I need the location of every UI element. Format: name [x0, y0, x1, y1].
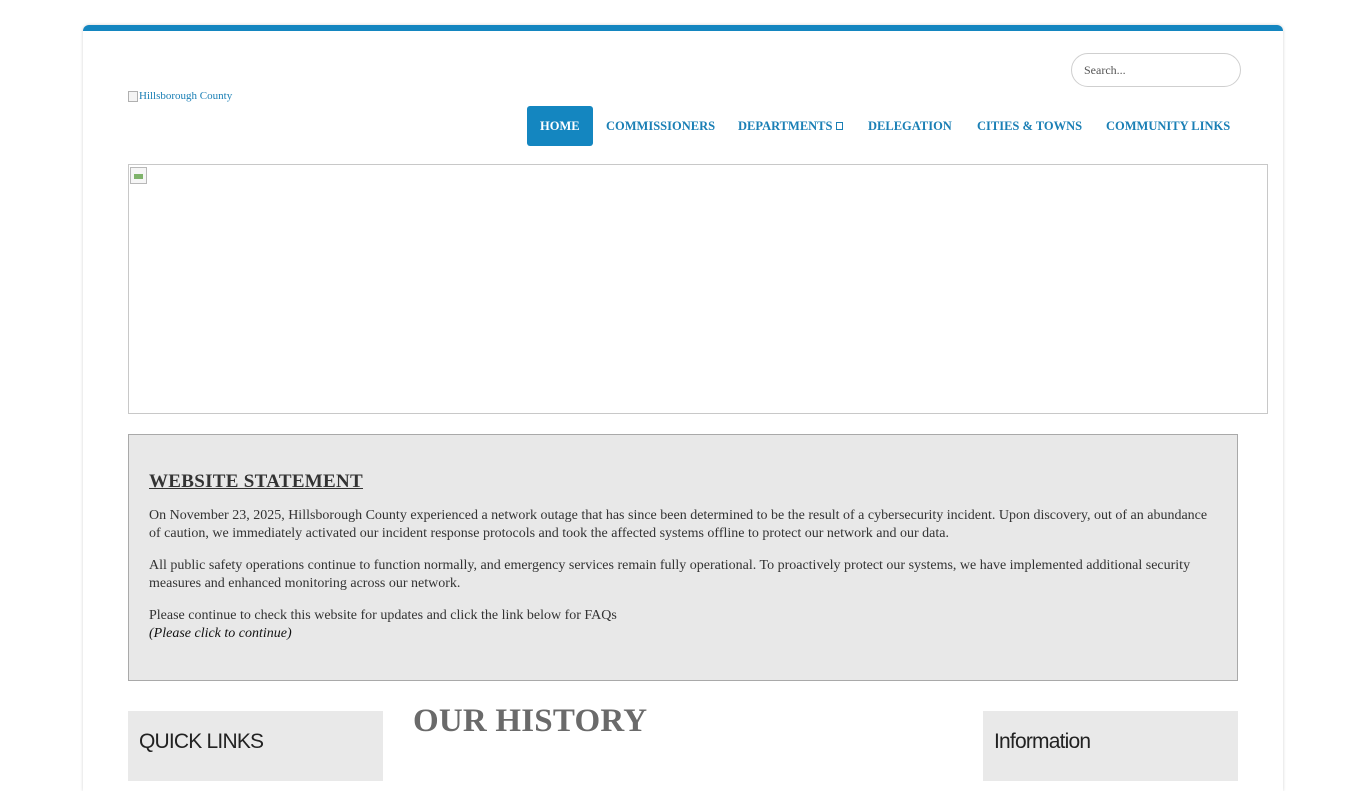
broken-image-icon [130, 167, 147, 184]
search-input[interactable] [1071, 53, 1241, 87]
quick-links-panel: QUICK LINKS [128, 711, 383, 781]
hero-banner [128, 164, 1268, 414]
nav-departments-label: DEPARTMENTS [738, 119, 833, 133]
site-logo[interactable]: Hillsborough County [128, 90, 232, 102]
statement-paragraph: Please continue to check this website fo… [149, 607, 1217, 643]
statement-paragraph: All public safety operations continue to… [149, 558, 1191, 591]
continue-link[interactable]: (Please click to continue) [149, 626, 292, 641]
information-panel: Information [983, 711, 1238, 781]
nav-home[interactable]: HOME [527, 106, 593, 146]
statement-paragraph-text: Please continue to check this website fo… [149, 608, 617, 623]
broken-image-icon [128, 90, 138, 102]
quick-links-heading: QUICK LINKS [139, 730, 264, 753]
nav-cities-towns[interactable]: CITIES & TOWNS [977, 106, 1082, 146]
chevron-down-icon [836, 122, 844, 130]
information-heading: Information [994, 730, 1091, 753]
history-heading: OUR HISTORY [413, 703, 648, 739]
website-statement: WEBSITE STATEMENT On November 23, 2025, … [128, 434, 1238, 681]
nav-community-links[interactable]: COMMUNITY LINKS [1106, 106, 1230, 146]
logo-alt-text: Hillsborough County [139, 90, 233, 102]
nav-commissioners[interactable]: COMMISSIONERS [606, 106, 715, 146]
nav-delegation[interactable]: DELEGATION [868, 106, 952, 146]
nav-departments[interactable]: DEPARTMENTS [738, 106, 844, 146]
statement-paragraph: On November 23, 2025, Hillsborough Count… [149, 508, 1208, 541]
statement-title: WEBSITE STATEMENT [149, 471, 363, 492]
